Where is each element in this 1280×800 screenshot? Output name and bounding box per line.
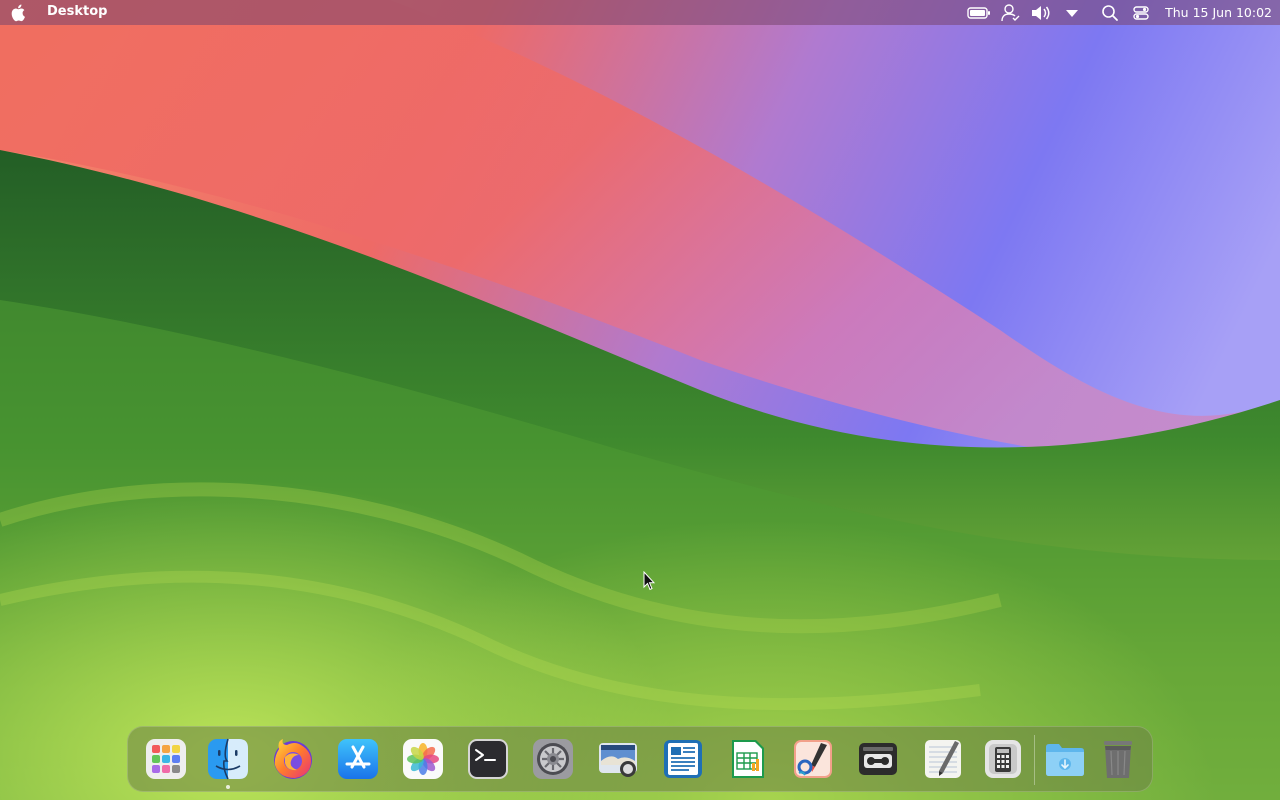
desktop-wallpaper	[0, 0, 1280, 800]
finder-icon[interactable]	[206, 737, 250, 789]
control-center-icon[interactable]	[1129, 3, 1153, 23]
menu-bar: Desktop Thu 15 Jun 10:02	[0, 0, 1280, 25]
dock	[127, 726, 1153, 792]
search-icon[interactable]	[1098, 3, 1122, 23]
paint-icon[interactable]	[791, 737, 835, 781]
text-editor-icon[interactable]	[921, 737, 965, 781]
launchpad-icon[interactable]	[144, 737, 188, 781]
app-store-icon[interactable]	[336, 737, 380, 781]
dock-separator	[1034, 735, 1035, 785]
cassette-recorder-icon[interactable]	[856, 737, 900, 781]
running-indicator	[226, 785, 230, 789]
system-settings-icon[interactable]	[531, 737, 575, 781]
user-icon[interactable]	[998, 3, 1022, 23]
volume-icon[interactable]	[1029, 3, 1053, 23]
calculator-icon[interactable]	[981, 737, 1025, 781]
screenshot-icon[interactable]	[596, 737, 640, 781]
document-viewer-icon[interactable]	[661, 737, 705, 781]
active-app-title[interactable]: Desktop	[47, 4, 107, 19]
battery-icon[interactable]	[967, 3, 991, 23]
photos-icon[interactable]	[401, 737, 445, 781]
firefox-icon[interactable]	[271, 737, 315, 781]
spreadsheet-icon[interactable]	[726, 737, 770, 781]
mouse-cursor	[643, 571, 655, 591]
downloads-folder-icon[interactable]	[1043, 737, 1087, 781]
menu-clock[interactable]: Thu 15 Jun 10:02	[1165, 5, 1272, 20]
status-area: Thu 15 Jun 10:02	[960, 0, 1280, 25]
terminal-icon[interactable]	[466, 737, 510, 781]
dropdown-arrow-icon[interactable]	[1060, 3, 1084, 23]
apple-menu-icon[interactable]	[10, 3, 28, 22]
trash-icon[interactable]	[1096, 737, 1140, 781]
